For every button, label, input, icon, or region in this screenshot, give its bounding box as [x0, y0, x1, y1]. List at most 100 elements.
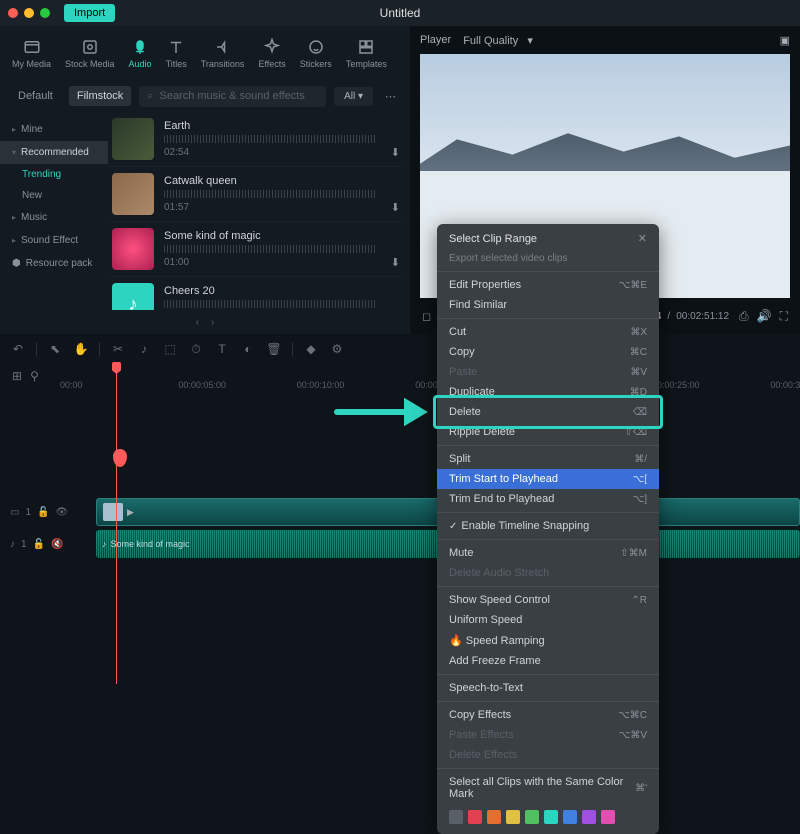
prev-page[interactable]: ‹: [196, 317, 199, 328]
ctx-find-similar[interactable]: Find Similar: [437, 295, 659, 315]
volume-icon[interactable]: 🔊: [757, 309, 772, 324]
color-swatch[interactable]: [525, 810, 539, 824]
color-swatch[interactable]: [582, 810, 596, 824]
ctx-speech-to-text[interactable]: Speech-to-Text: [437, 678, 659, 698]
delete-icon[interactable]: 🗑: [266, 341, 282, 357]
quality-dropdown[interactable]: Full Quality ▾: [463, 34, 533, 47]
track-row[interactable]: Earth02:54⬇: [108, 112, 404, 167]
ctx-split[interactable]: Split⌘/: [437, 449, 659, 469]
ctx-paste-effects: Paste Effects⌥⌘V: [437, 725, 659, 745]
color-swatch[interactable]: [506, 810, 520, 824]
tab-my-media[interactable]: My Media: [6, 34, 57, 73]
download-icon[interactable]: ⬇: [391, 256, 400, 269]
sidebar-item-recommended[interactable]: ▾Recommended: [0, 141, 108, 164]
tab-stock-media[interactable]: Stock Media: [59, 34, 121, 73]
link-icon[interactable]: ⚲: [30, 369, 39, 383]
time-total: 00:02:51:12: [676, 311, 729, 322]
track-row[interactable]: ♪ Cheers 2000:24⬇: [108, 277, 404, 310]
close-window[interactable]: [8, 8, 18, 18]
close-icon[interactable]: ✕: [638, 232, 647, 245]
ctx-speed-control[interactable]: Show Speed Control⌃R: [437, 590, 659, 610]
sidebar-sub-trending[interactable]: Trending: [0, 164, 108, 185]
adjust-icon[interactable]: ⚙: [329, 341, 345, 357]
ctx-trim-end[interactable]: Trim End to Playhead⌥]: [437, 489, 659, 509]
tab-transitions[interactable]: Transitions: [195, 34, 251, 73]
search-placeholder: Search music & sound effects: [159, 90, 304, 102]
download-icon[interactable]: ⬇: [391, 201, 400, 214]
camera-icon[interactable]: ⎙: [739, 309, 749, 324]
timeline-ruler[interactable]: ⊞⚲ 00:00 00:00:05:00 00:00:10:00 00:00:1…: [0, 364, 800, 388]
sidebar-item-mine[interactable]: ▸Mine: [0, 118, 108, 141]
color-swatch[interactable]: [544, 810, 558, 824]
ctx-edit-properties[interactable]: Edit Properties⌥⌘E: [437, 275, 659, 295]
import-button[interactable]: Import: [64, 4, 115, 22]
ctx-uniform-speed[interactable]: Uniform Speed: [437, 610, 659, 630]
ctx-color-mark[interactable]: Select all Clips with the Same Color Mar…: [437, 772, 659, 804]
pointer-icon[interactable]: ⬉: [47, 341, 63, 357]
ctx-snapping[interactable]: ✓Enable Timeline Snapping: [437, 516, 659, 536]
tab-titles[interactable]: Titles: [160, 34, 193, 73]
search-input[interactable]: ⌕ Search music & sound effects: [139, 86, 326, 107]
lock-icon[interactable]: 🔓: [37, 507, 49, 518]
tab-stickers[interactable]: Stickers: [294, 34, 338, 73]
track-row[interactable]: Some kind of magic01:00⬇: [108, 222, 404, 277]
undo-icon[interactable]: ↶: [10, 341, 26, 357]
audio-track-list[interactable]: Earth02:54⬇ Catwalk queen01:57⬇ Some kin…: [108, 112, 410, 310]
subtab-default[interactable]: Default: [10, 86, 61, 106]
marker-icon[interactable]: ◆: [303, 341, 319, 357]
fullscreen-icon[interactable]: ⛶: [780, 309, 788, 324]
color-swatch[interactable]: [601, 810, 615, 824]
subtab-filmstock[interactable]: Filmstock: [69, 86, 131, 106]
ctx-export-selected[interactable]: Export selected video clips: [437, 249, 659, 268]
snapshot-icon[interactable]: ▣: [780, 34, 790, 47]
color-swatch[interactable]: [563, 810, 577, 824]
text-icon[interactable]: T: [214, 341, 230, 357]
sidebar-item-resource[interactable]: ⬢Resource pack: [0, 252, 108, 275]
search-icon: ⌕: [147, 90, 153, 103]
ctx-copy[interactable]: Copy⌘C: [437, 342, 659, 362]
cut-icon[interactable]: ✂: [110, 341, 126, 357]
ctx-copy-effects[interactable]: Copy Effects⌥⌘C: [437, 705, 659, 725]
waveform-icon: [164, 135, 376, 143]
sidebar-sub-new[interactable]: New: [0, 185, 108, 206]
music-tool-icon[interactable]: ♪: [136, 341, 152, 357]
tab-audio[interactable]: Audio: [123, 34, 158, 73]
ctx-mute[interactable]: Mute⇧⌘M: [437, 543, 659, 563]
player-label: Player: [420, 34, 451, 46]
track-toggle-icon[interactable]: ⊞: [12, 369, 22, 383]
timeline: ↶ ⬉ ✋ ✂ ♪ ⬚ ⏱ T ◐ 🗑 ◆ ⚙ ⊞⚲ 00:00 00:00:0…: [0, 334, 800, 657]
stop-icon[interactable]: ◻: [422, 310, 431, 323]
ctx-duplicate[interactable]: Duplicate⌘D: [437, 382, 659, 402]
ctx-delete[interactable]: Delete⌫: [437, 402, 659, 422]
track-duration: 02:54: [164, 147, 189, 158]
color-icon[interactable]: ◐: [240, 341, 256, 357]
package-icon: ⬢: [12, 258, 21, 269]
ctx-color-swatches: [437, 804, 659, 830]
color-swatch[interactable]: [468, 810, 482, 824]
ctx-cut[interactable]: Cut⌘X: [437, 322, 659, 342]
ctx-trim-start[interactable]: Trim Start to Playhead⌥[: [437, 469, 659, 489]
download-icon[interactable]: ⬇: [391, 146, 400, 159]
color-swatch[interactable]: [449, 810, 463, 824]
ctx-ripple-delete[interactable]: Ripple Delete⇧⌫: [437, 422, 659, 442]
ctx-freeze-frame[interactable]: Add Freeze Frame: [437, 651, 659, 671]
hand-icon[interactable]: ✋: [73, 341, 89, 357]
maximize-window[interactable]: [40, 8, 50, 18]
speed-icon[interactable]: ⏱: [188, 341, 204, 357]
tab-templates[interactable]: Templates: [340, 34, 393, 73]
minimize-window[interactable]: [24, 8, 34, 18]
lock-icon[interactable]: 🔓: [33, 539, 45, 550]
crop-icon[interactable]: ⬚: [162, 341, 178, 357]
next-page[interactable]: ›: [211, 317, 214, 328]
filter-all[interactable]: All ▾: [334, 87, 373, 106]
sidebar-item-sound-effect[interactable]: ▸Sound Effect: [0, 229, 108, 252]
window-controls: [8, 8, 50, 18]
track-row[interactable]: Catwalk queen01:57⬇: [108, 167, 404, 222]
color-swatch[interactable]: [487, 810, 501, 824]
ctx-speed-ramping[interactable]: 🔥 Speed Ramping: [437, 630, 659, 651]
audio-icon: ♪: [10, 539, 15, 550]
sidebar-item-music[interactable]: ▸Music: [0, 206, 108, 229]
playhead[interactable]: [116, 364, 117, 684]
tab-effects[interactable]: Effects: [252, 34, 291, 73]
more-icon[interactable]: ⋯: [381, 86, 400, 107]
